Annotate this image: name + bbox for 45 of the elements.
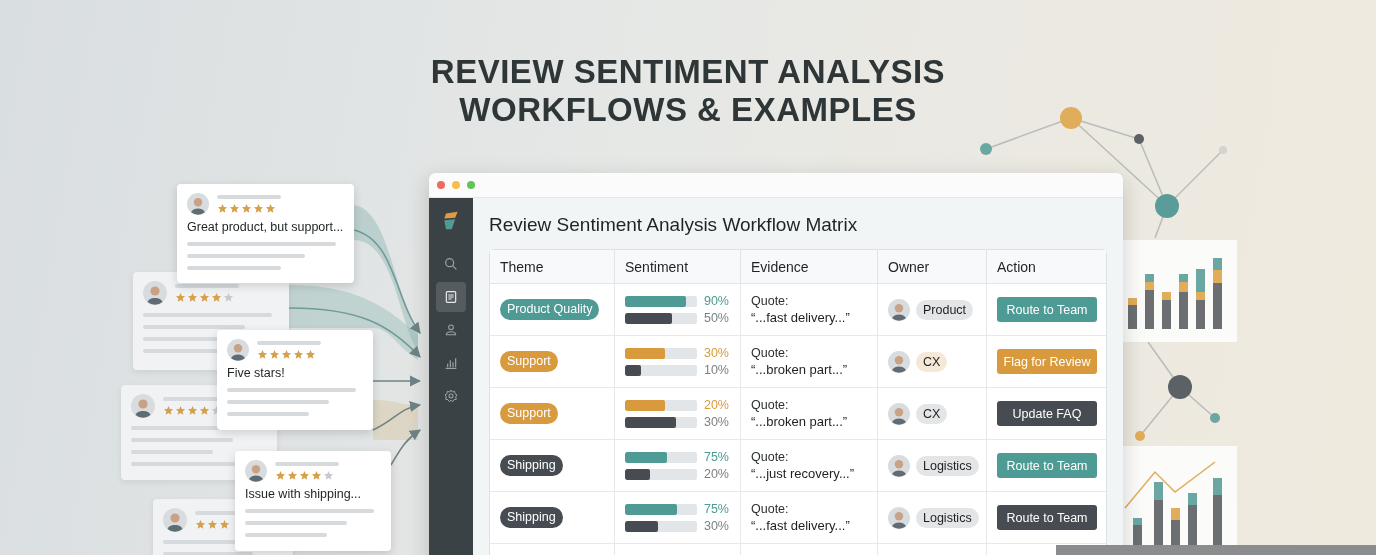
percent-label: 20% — [703, 398, 729, 412]
column-header: Owner — [878, 250, 987, 284]
column-header: Action — [987, 250, 1106, 284]
action-button[interactable]: Route to Team — [997, 453, 1097, 478]
percent-label: 50% — [703, 311, 729, 325]
review-text: Five stars! — [227, 366, 286, 380]
theme-tag: Shipping — [500, 455, 563, 476]
headline: REVIEW SENTIMENT ANALYSIS WORKFLOWS & EXAMPLES — [430, 53, 946, 129]
action-button[interactable]: Update FAQ — [997, 401, 1097, 426]
quote-text: “...broken part...” — [751, 413, 849, 430]
percent-label: 10% — [703, 363, 729, 377]
owner-tag: CX — [916, 351, 948, 372]
quote-label: Quote: — [751, 397, 790, 413]
quote-text: “...fast delivery...” — [751, 309, 851, 326]
percent-label: 30% — [703, 519, 729, 533]
action-button[interactable]: Flag for Review — [997, 349, 1097, 374]
review-text: Great product, but support... — [187, 220, 344, 234]
theme-tag: Support — [500, 403, 558, 424]
page-title: Review Sentiment Analysis Workflow Matrix — [489, 213, 859, 237]
percent-label: 30% — [703, 415, 729, 429]
column-header: Sentiment — [615, 250, 741, 284]
theme-tag: Shipping — [500, 507, 563, 528]
quote-text: “...just recovery...” — [751, 465, 856, 482]
theme-tag: Product Quality — [500, 299, 600, 320]
percent-label: 75% — [703, 502, 729, 516]
quote-label: Quote: — [751, 293, 790, 309]
column-header: Evidence — [741, 250, 878, 284]
owner-tag: Logistics — [916, 455, 979, 476]
percent-label: 90% — [703, 294, 729, 308]
quote-label: Quote: — [751, 449, 790, 465]
percent-label: 20% — [703, 467, 729, 481]
percent-label: 30% — [703, 346, 729, 360]
owner-tag: Logistics — [916, 507, 979, 528]
quote-label: Quote: — [751, 345, 790, 361]
quote-text: “...broken part...” — [751, 361, 849, 378]
theme-tag: Support — [500, 351, 558, 372]
percent-label: 75% — [703, 450, 729, 464]
review-text: Issue with shipping... — [245, 487, 363, 501]
quote-text: “...fast delivery...” — [751, 517, 851, 534]
quote-label: Quote: — [751, 501, 790, 517]
action-button[interactable]: Route to Team — [997, 297, 1097, 322]
column-header: Theme — [490, 250, 615, 284]
action-button[interactable]: Route to Team — [997, 505, 1097, 530]
owner-tag: CX — [916, 403, 948, 424]
owner-tag: Product — [916, 299, 974, 320]
